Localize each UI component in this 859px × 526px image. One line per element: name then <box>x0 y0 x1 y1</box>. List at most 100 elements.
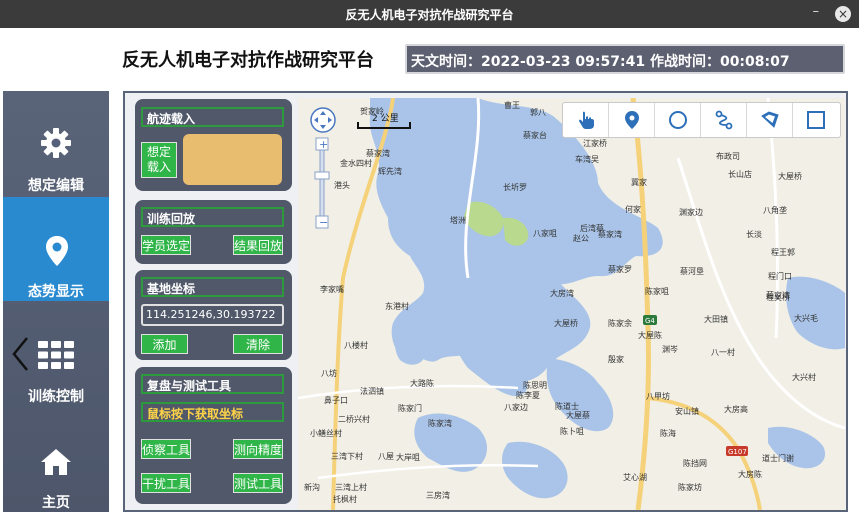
map-place-label: 程门口 <box>768 271 792 281</box>
map-place-label: 陈李夏 <box>516 390 540 400</box>
jamming-tool-button[interactable]: 干扰工具 <box>141 473 191 493</box>
map-place-label: 蔡河垦 <box>680 266 704 276</box>
map-place-label: 陈家门 <box>398 403 422 413</box>
polyline-icon <box>715 110 733 130</box>
map-place-label: 渊岑 <box>662 344 678 354</box>
map-lake-east <box>546 358 614 432</box>
panel-title: 训练回放 <box>141 207 284 227</box>
map-place-label: 大屋桥 <box>554 318 578 328</box>
map-place-label: 陈海 <box>660 428 676 438</box>
map-place-label: 李家嘴 <box>320 284 344 294</box>
zoom-slider-handle[interactable] <box>314 171 330 180</box>
base-coordinates-panel: 基地坐标 114.251246,30.193722 添加 清除 <box>135 270 292 360</box>
sidebar-item-home[interactable]: 主页 <box>3 408 109 512</box>
zoom-slider-track[interactable] <box>319 149 325 217</box>
map-place-label: 安山镇 <box>675 406 699 416</box>
base-coordinate-input[interactable]: 114.251246,30.193722 <box>141 304 284 326</box>
page-title: 反无人机电子对抗作战研究平台 <box>122 50 374 71</box>
map-place-label: 何家 <box>625 204 641 214</box>
map-lake-south-east <box>502 441 568 499</box>
plus-icon: + <box>319 138 328 151</box>
map-place-label: 大屋陈 <box>638 330 662 340</box>
df-accuracy-button[interactable]: 测向精度 <box>233 439 283 459</box>
map-place-label: 艾心湖 <box>623 473 647 482</box>
road-label-g107: G107 <box>728 448 747 456</box>
gear-icon <box>41 128 71 158</box>
map-place-label: 大兴村 <box>792 372 816 382</box>
map-place-label: 大田镇 <box>704 314 728 324</box>
map-place-label: 陈家余 <box>608 318 632 328</box>
home-icon <box>41 449 71 475</box>
chevron-left-icon[interactable] <box>11 336 29 372</box>
road-label-g4: G4 <box>645 317 655 325</box>
add-button[interactable]: 添加 <box>141 334 188 354</box>
map-lake-far-east <box>786 276 845 350</box>
map-place-label: 辉先湾 <box>378 166 402 176</box>
sidebar-item-situation-display[interactable]: 态势显示 <box>3 197 109 301</box>
map-view[interactable]: G4 G107 2 公里 + − 曹王 郭八 贺家岭 蔡家台 江家桥 车湾吴 金水四村 蔡家湾… <box>298 98 845 510</box>
map-place-label: 大岸咀 <box>396 452 420 462</box>
map-place-label: 八坊 <box>321 368 337 378</box>
astro-time-value: 2022-03-23 09:57:41 <box>481 54 646 70</box>
marker-tool[interactable] <box>609 103 655 137</box>
sidebar-item-label: 态势显示 <box>28 284 84 300</box>
map-place-label: 长山店 <box>728 169 752 179</box>
map-place-label: 八楼村 <box>344 340 368 350</box>
map-place-label: 三湾下村 <box>331 451 363 461</box>
map-place-label: 长圻罗 <box>503 182 527 192</box>
result-replay-button[interactable]: 结果回放 <box>233 235 283 255</box>
replay-test-tools-panel: 复盘与测试工具 鼠标按下获取坐标 侦察工具 测向精度 干扰工具 测试工具 <box>135 367 292 504</box>
pointer-tool[interactable] <box>563 103 609 137</box>
scenario-load-button[interactable]: 想定 载入 <box>141 142 177 178</box>
rectangle-tool[interactable] <box>793 103 839 137</box>
astro-time-label: 天文时间： <box>411 54 481 70</box>
map-place-label: 大路陈 <box>410 378 434 388</box>
polygon-tool[interactable] <box>747 103 793 137</box>
map-place-label: 八家边 <box>504 402 528 412</box>
combat-time-value: 00:08:07 <box>719 54 790 70</box>
panel-title: 基地坐标 <box>141 277 284 297</box>
close-button[interactable]: × <box>835 6 851 22</box>
map-place-label: 托枫村 <box>333 494 357 504</box>
map-road-g4 <box>630 98 651 510</box>
rectangle-icon <box>807 111 825 129</box>
sidebar: 想定编辑 态势显示 训练控制 主页 <box>3 91 109 512</box>
minimize-button[interactable]: – <box>813 4 820 19</box>
map-place-label: 大房湾 <box>550 288 574 298</box>
polyline-tool[interactable] <box>701 103 747 137</box>
polygon-icon <box>761 111 779 128</box>
test-tool-button[interactable]: 测试工具 <box>233 473 283 493</box>
map-place-label: 塔洲 <box>450 215 466 225</box>
map-place-label: 陈家咀 <box>645 286 669 296</box>
map-place-label: 蔡家罗 <box>608 264 632 274</box>
map-place-label: 冀家 <box>631 177 647 187</box>
grid-icon <box>38 341 74 369</box>
map-canvas[interactable]: G4 G107 2 公里 + − 曹王郭八贺家岭蔡家台江家桥车湾吴金水四村蔡家湾… <box>298 98 845 510</box>
sidebar-item-label: 主页 <box>42 495 70 511</box>
map-place-label: 八屋 <box>378 452 394 461</box>
map-place-label: 道士门谢 <box>762 453 794 463</box>
map-place-label: 陈家坊 <box>678 482 702 492</box>
clear-button[interactable]: 清除 <box>233 334 283 354</box>
circle-tool[interactable] <box>655 103 701 137</box>
time-display: 天文时间：2022-03-23 09:57:41 作战时间：00:08:07 <box>405 44 845 74</box>
map-place-label: 江家桥 <box>583 138 607 148</box>
map-place-label: 八角垄 <box>763 205 787 215</box>
map-place-label: 贺家岭 <box>360 106 384 116</box>
track-preview-box <box>183 134 282 185</box>
minus-icon: − <box>319 216 328 229</box>
map-place-label: 三湾上村 <box>335 482 367 492</box>
select-trainee-button[interactable]: 学员选定 <box>141 235 191 255</box>
map-place-label: 蔡家湾 <box>598 229 622 239</box>
recon-tool-button[interactable]: 侦察工具 <box>141 439 191 459</box>
map-place-label: 陈卜咀 <box>560 426 584 436</box>
map-place-label: 三房湾 <box>426 490 450 500</box>
training-replay-panel: 训练回放 学员选定 结果回放 <box>135 200 292 264</box>
map-place-label: 小鳝丝村 <box>310 428 342 438</box>
sidebar-item-scenario-edit[interactable]: 想定编辑 <box>3 91 109 196</box>
sidebar-item-label: 想定编辑 <box>28 178 84 194</box>
combat-time-label: 作战时间： <box>649 54 720 70</box>
map-place-label: 车湾吴 <box>575 154 599 164</box>
sidebar-item-label: 训练控制 <box>28 389 84 405</box>
map-place-label: 程王郭 <box>771 247 795 257</box>
